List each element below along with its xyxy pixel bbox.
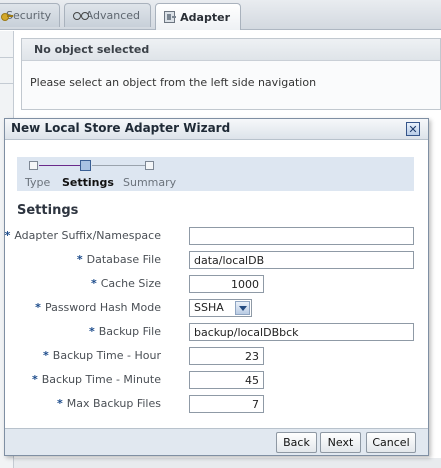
- train-connector-done: [39, 165, 80, 166]
- train-label-settings: Settings: [62, 176, 114, 189]
- section-title: Settings: [17, 203, 79, 218]
- label-adapter-suffix: * Adapter Suffix/Namespace: [4, 229, 161, 242]
- required-marker: *: [35, 301, 41, 314]
- train-label-summary[interactable]: Summary: [123, 176, 176, 189]
- adapter-icon: [164, 11, 177, 23]
- required-marker: *: [43, 349, 49, 362]
- wizard-train: Type Settings Summary: [17, 157, 414, 191]
- backup-hour-input[interactable]: [189, 347, 264, 365]
- row-backup-hour: * Backup Time - Hour: [5, 347, 425, 367]
- glasses-icon: [73, 11, 89, 20]
- required-marker: *: [76, 253, 83, 266]
- dialog-title: New Local Store Adapter Wizard: [11, 121, 231, 135]
- label-backup-hour: * Backup Time - Hour: [43, 349, 161, 362]
- page-bottom-bar: [14, 458, 441, 468]
- label-database-file: * Database File: [76, 253, 161, 266]
- tab-advanced[interactable]: Advanced: [64, 3, 151, 27]
- adapter-suffix-input[interactable]: [189, 227, 414, 245]
- content-header: No object selected: [22, 39, 440, 61]
- tab-adapter[interactable]: Adapter: [155, 3, 241, 30]
- row-cache-size: * Cache Size: [5, 275, 425, 295]
- row-backup-minute: * Backup Time - Minute: [5, 371, 425, 391]
- row-password-hash-mode: * Password Hash Mode SSHA: [5, 299, 425, 319]
- backup-minute-input[interactable]: [189, 371, 264, 389]
- backup-file-input[interactable]: [189, 323, 414, 341]
- top-tab-bar: Security Advanced Adapter: [0, 0, 441, 30]
- row-max-backup-files: * Max Backup Files: [5, 395, 425, 415]
- password-hash-mode-value: SSHA: [194, 301, 224, 314]
- train-label-type[interactable]: Type: [25, 176, 50, 189]
- nav-divider: [0, 57, 14, 58]
- row-database-file: * Database File: [5, 251, 425, 271]
- dialog-footer: Back Next Cancel: [5, 428, 428, 455]
- back-button[interactable]: Back: [276, 432, 317, 453]
- tab-advanced-label: Advanced: [85, 9, 140, 22]
- database-file-input[interactable]: [189, 251, 414, 269]
- label-max-backup-files: * Max Backup Files: [57, 397, 161, 410]
- train-connector-pending: [92, 165, 145, 166]
- content-panel: No object selected Please select an obje…: [21, 38, 441, 110]
- dialog-titlebar[interactable]: New Local Store Adapter Wizard ✕: [5, 119, 428, 140]
- tab-security[interactable]: Security: [0, 3, 60, 27]
- label-password-hash-mode: * Password Hash Mode: [35, 301, 161, 314]
- next-button[interactable]: Next: [320, 432, 361, 453]
- max-backup-files-input[interactable]: [189, 395, 264, 413]
- required-marker: *: [4, 229, 11, 242]
- required-marker: *: [31, 373, 38, 386]
- row-adapter-suffix: * Adapter Suffix/Namespace: [5, 227, 425, 247]
- train-node-type[interactable]: [29, 161, 38, 170]
- required-marker: *: [90, 277, 97, 290]
- label-backup-file: * Backup File: [89, 325, 161, 338]
- password-hash-mode-select[interactable]: SSHA: [189, 299, 252, 317]
- train-node-summary[interactable]: [145, 161, 154, 170]
- close-icon[interactable]: ✕: [406, 122, 420, 136]
- content-message: Please select an object from the left si…: [30, 76, 317, 89]
- tab-adapter-label: Adapter: [180, 10, 230, 24]
- required-marker: *: [89, 325, 95, 338]
- cache-size-input[interactable]: [189, 275, 264, 293]
- wizard-dialog: New Local Store Adapter Wizard ✕ Type Se…: [4, 118, 429, 456]
- label-cache-size: * Cache Size: [90, 277, 161, 290]
- row-backup-file: * Backup File: [5, 323, 425, 343]
- nav-divider: [0, 83, 14, 84]
- train-node-settings: [80, 160, 91, 171]
- chevron-down-icon[interactable]: [235, 301, 250, 315]
- cancel-button[interactable]: Cancel: [366, 432, 416, 453]
- required-marker: *: [57, 397, 63, 410]
- label-backup-minute: * Backup Time - Minute: [31, 373, 161, 386]
